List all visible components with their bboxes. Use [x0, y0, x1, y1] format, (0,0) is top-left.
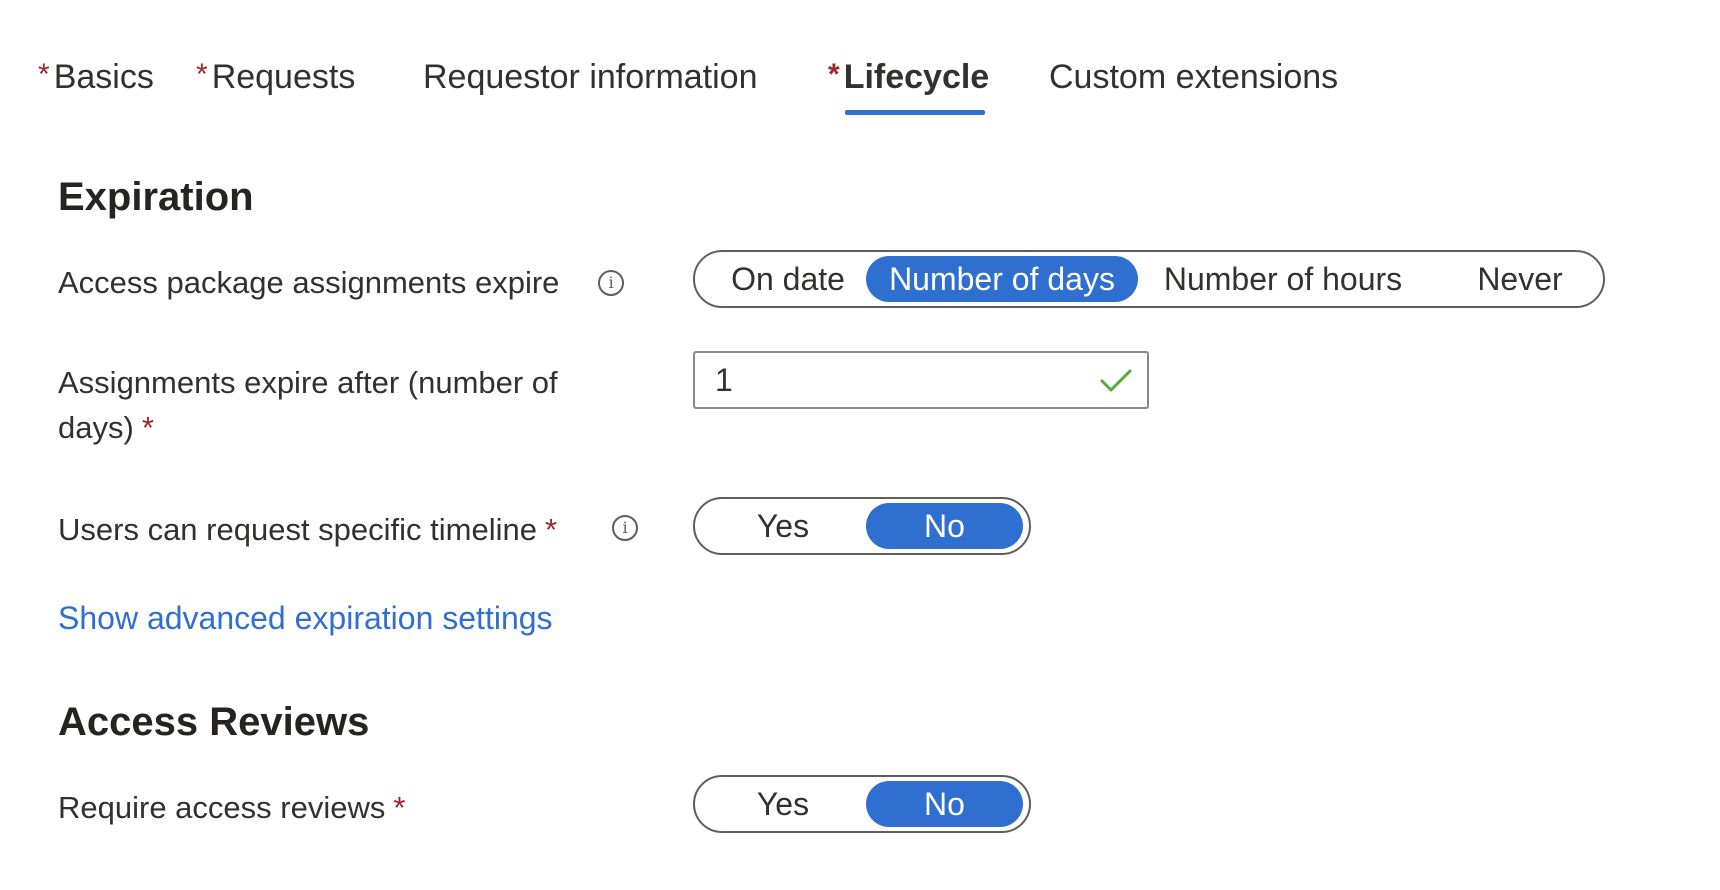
tab-custom-extensions[interactable]: Custom extensions: [1049, 52, 1338, 102]
specific-timeline-label: Users can request specific timeline *: [58, 512, 558, 547]
specific-timeline-toggle: Yes No: [693, 497, 1031, 555]
option-number-of-days[interactable]: Number of days: [866, 256, 1138, 302]
option-never[interactable]: Never: [1455, 256, 1585, 302]
tab-lifecycle[interactable]: * Lifecycle: [828, 52, 989, 102]
active-tab-indicator: [845, 110, 985, 115]
info-icon[interactable]: i: [612, 515, 638, 541]
assignments-expire-label: Access package assignments expire: [58, 265, 560, 300]
checkmark-icon: [1100, 369, 1132, 392]
tab-label: Requestor information: [423, 58, 758, 96]
required-marker: *: [828, 58, 840, 91]
days-input[interactable]: [715, 359, 1095, 401]
assignments-expire-toggle: On date Number of days Number of hours N…: [693, 250, 1605, 308]
tab-label: Requests: [211, 58, 356, 96]
tab-basics[interactable]: * Basics: [38, 52, 154, 102]
option-number-of-hours[interactable]: Number of hours: [1153, 256, 1413, 302]
require-reviews-label: Require access reviews *: [58, 790, 406, 825]
option-yes[interactable]: Yes: [713, 503, 853, 549]
option-on-date[interactable]: On date: [713, 256, 863, 302]
require-reviews-toggle: Yes No: [693, 775, 1031, 833]
show-advanced-expiration-link[interactable]: Show advanced expiration settings: [58, 600, 553, 637]
option-no[interactable]: No: [866, 781, 1023, 827]
required-marker: *: [393, 790, 406, 825]
required-marker: *: [196, 58, 208, 91]
info-icon[interactable]: i: [598, 270, 624, 296]
access-reviews-heading: Access Reviews: [58, 700, 370, 744]
tab-label: Lifecycle: [843, 58, 990, 96]
required-marker: *: [141, 410, 154, 445]
required-marker: *: [544, 512, 558, 547]
option-yes[interactable]: Yes: [713, 781, 853, 827]
tab-requestor-information[interactable]: Requestor information: [423, 52, 758, 102]
tab-label: Basics: [53, 58, 154, 96]
option-no[interactable]: No: [866, 503, 1023, 549]
expire-after-label: Assignments expire after (number of days…: [58, 365, 558, 445]
tab-label: Custom extensions: [1049, 58, 1339, 96]
required-marker: *: [38, 58, 50, 91]
expiration-heading: Expiration: [58, 175, 254, 219]
tab-requests[interactable]: * Requests: [196, 52, 355, 102]
expire-after-days-input[interactable]: [693, 351, 1149, 409]
